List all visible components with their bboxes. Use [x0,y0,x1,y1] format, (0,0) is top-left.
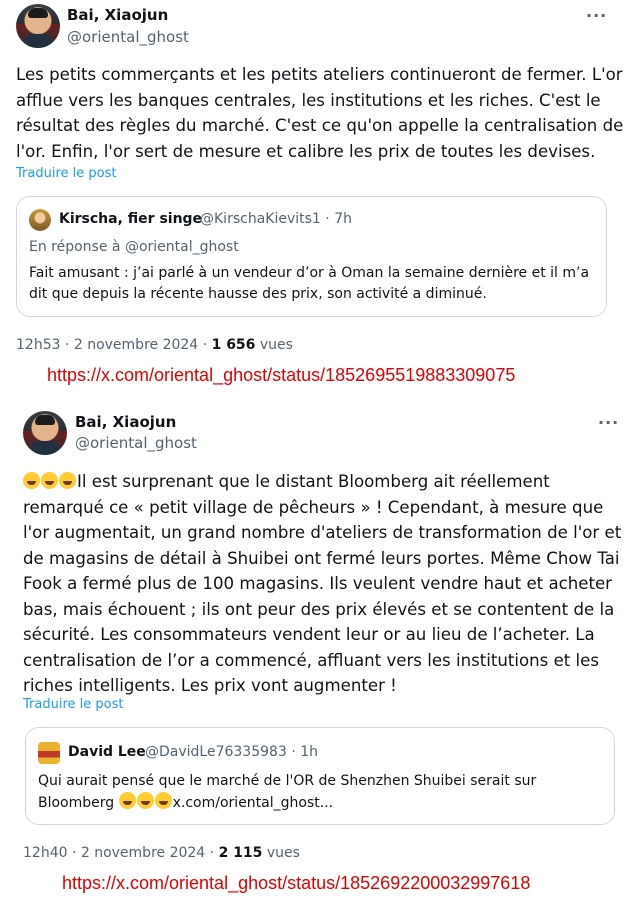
views-count: 2 115 [218,845,263,861]
author-name[interactable]: Bai, Xiaojun [75,413,176,431]
avatar[interactable] [23,411,67,455]
views-label: vues [266,845,300,861]
quote-time[interactable]: 1h [300,744,318,760]
tweet-card-2[interactable]: Bai, Xiaojun @oriental_ghost ··· Il est … [8,403,639,863]
quoted-tweet[interactable]: David Lee @DavidLe76335983 · 1h Qui aura… [25,727,615,825]
quote-author-name[interactable]: Kirscha, fier singe [59,211,202,227]
quote-meta: @KirschaKievits1 · 7h [200,211,352,227]
avatar[interactable] [16,4,60,48]
quote-text: Qui aurait pensé que le marché de l'OR d… [38,771,598,814]
rofl-emoji-icon [23,472,40,489]
tweet-text: Il est surprenant que le distant Bloombe… [23,469,623,699]
quote-author-name[interactable]: David Lee [68,744,146,760]
quote-avatar [29,209,51,231]
views-count: 1 656 [211,337,256,353]
tweet-text-content: Il est surprenant que le distant Bloombe… [23,472,622,695]
translate-link[interactable]: Traduire le post [16,166,116,181]
translate-link[interactable]: Traduire le post [23,697,123,712]
timestamp[interactable]: 12h40 · 2 novembre 2024 · [23,845,214,861]
quote-time[interactable]: 7h [334,211,352,227]
author-handle[interactable]: @oriental_ghost [67,28,189,46]
quote-reply-to: En réponse à @oriental_ghost [29,239,239,255]
throne-icon [38,742,60,764]
tweet-meta: 12h40 · 2 novembre 2024 · 2 115 vues [23,845,300,861]
tweet-text: Les petits commerçants et les petits ate… [16,65,624,161]
rofl-emoji-icon [118,792,136,809]
quote-author-handle[interactable]: @DavidLe76335983 [145,744,287,760]
quote-meta: @DavidLe76335983 · 1h [145,744,318,760]
quote-separator: · [291,744,296,760]
quoted-tweet[interactable]: Kirscha, fier singe @KirschaKievits1 · 7… [16,196,607,317]
more-options-icon[interactable]: ··· [598,413,619,432]
timestamp[interactable]: 12h53 · 2 novembre 2024 · [16,337,207,353]
status-url[interactable]: https://x.com/oriental_ghost/status/1852… [47,365,515,386]
tweet-card-1[interactable]: Bai, Xiaojun @oriental_ghost ··· Les pet… [0,0,639,392]
status-url[interactable]: https://x.com/oriental_ghost/status/1852… [62,873,530,894]
quote-text: Fait amusant : j’ai parlé à un vendeur d… [29,265,590,302]
quote-separator: · [325,211,330,227]
more-options-icon[interactable]: ··· [586,6,607,25]
rofl-emoji-icon [154,792,172,809]
quote-author-handle[interactable]: @KirschaKievits1 [200,211,321,227]
rofl-emoji-icon [41,472,58,489]
views-label: vues [259,337,293,353]
rofl-emoji-icon [136,792,154,809]
author-name[interactable]: Bai, Xiaojun [67,6,168,24]
tweet-meta: 12h53 · 2 novembre 2024 · 1 656 vues [16,337,293,353]
quote-link[interactable]: x.com/oriental_ghost... [173,795,333,811]
author-handle[interactable]: @oriental_ghost [75,434,197,452]
rofl-emoji-icon [59,472,76,489]
